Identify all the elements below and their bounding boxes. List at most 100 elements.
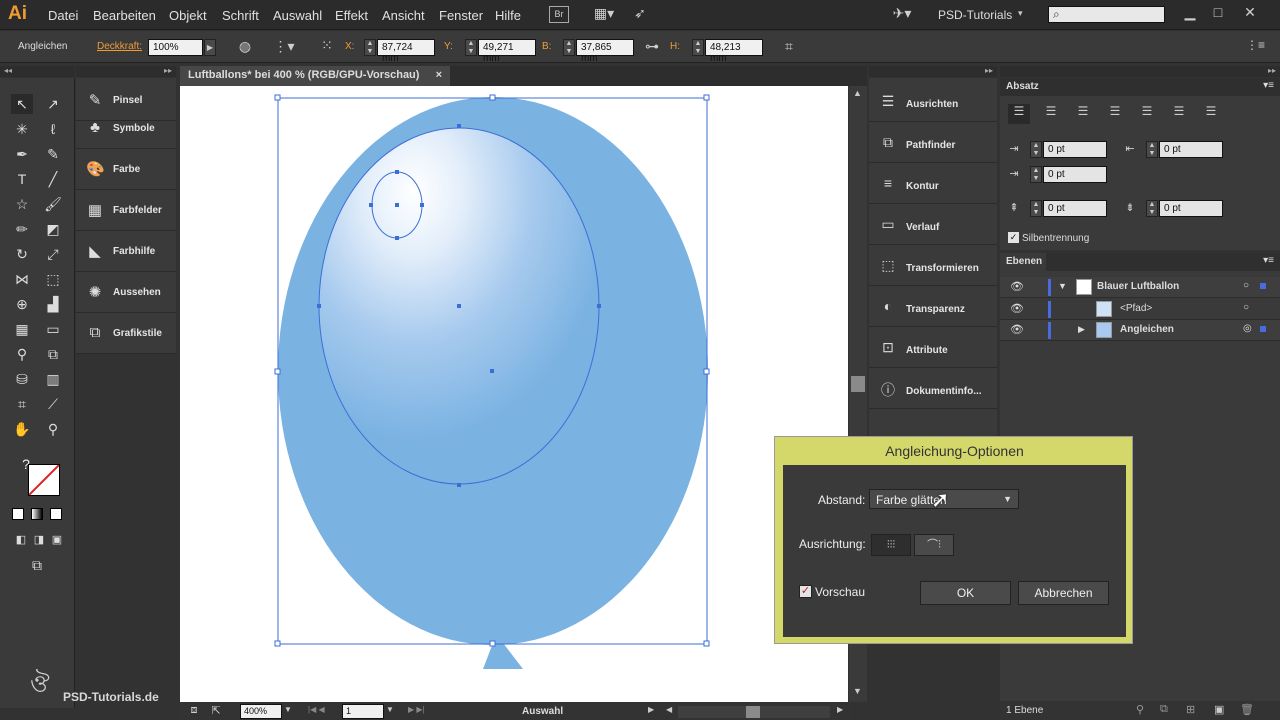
curvature-tool-icon[interactable]: ✎	[42, 144, 64, 164]
justify-all-icon[interactable]: ☰	[1200, 104, 1222, 118]
cancel-button[interactable]: Abbrechen	[1018, 581, 1109, 605]
panels-collapse-icon[interactable]: ▸▸	[76, 66, 176, 77]
preview-checkbox[interactable]: ✓	[799, 585, 812, 598]
zoom-dropdown-icon[interactable]: ▼	[284, 705, 292, 714]
hand-tool-icon[interactable]: ✋	[11, 419, 33, 439]
workspace-pin-icon[interactable]: ✈▾	[890, 5, 914, 22]
zoom-tool-icon[interactable]: ⚲	[42, 419, 64, 439]
panel-symbole[interactable]: ♣ Symbole	[76, 109, 176, 149]
right-panels-collapse-icon[interactable]: ▸▸	[1000, 66, 1280, 77]
x-stepper-icon[interactable]: ▲ ▼	[364, 39, 376, 56]
scroll-down-icon[interactable]: ▼	[853, 686, 862, 696]
star-tool-icon[interactable]: ☆	[11, 194, 33, 214]
gpu-preview-icon[interactable]: ⧈	[184, 704, 204, 717]
hscroll-left-icon[interactable]: ◀	[666, 705, 672, 714]
menu-datei[interactable]: Datei	[48, 8, 78, 23]
isolate-icon[interactable]: ⌗	[780, 38, 798, 55]
perspective-grid-tool-icon[interactable]: ▟	[42, 294, 64, 314]
target-circle-icon[interactable]: ○	[1243, 302, 1249, 313]
scroll-thumb[interactable]	[851, 376, 865, 392]
w-stepper-icon[interactable]: ▲ ▼	[563, 39, 575, 56]
horizontal-scrollbar[interactable]	[678, 706, 830, 718]
panel-ausrichten[interactable]: ☰ Ausrichten	[869, 81, 997, 122]
menu-schrift[interactable]: Schrift	[222, 8, 259, 23]
lasso-tool-icon[interactable]: ℓ	[42, 119, 64, 139]
expand-arrow-icon[interactable]: ▼	[1058, 281, 1067, 291]
layer-row[interactable]: 👁 ▼ Blauer Luftballon ○	[1000, 277, 1280, 298]
new-layer-icon[interactable]: ▣	[1214, 703, 1224, 716]
target-circle-icon[interactable]: ○	[1243, 280, 1249, 291]
scroll-up-icon[interactable]: ▲	[853, 88, 862, 98]
visibility-eye-icon[interactable]: 👁	[1010, 323, 1024, 336]
zoom-input[interactable]: 400%	[240, 704, 282, 719]
rotate-tool-icon[interactable]: ↻	[11, 244, 33, 264]
reference-point-icon[interactable]: ⋮▾	[272, 38, 296, 55]
balloon-artwork[interactable]	[180, 86, 848, 702]
x-input[interactable]: 87,724 mm	[377, 39, 435, 64]
artboard-tool-icon[interactable]: ⌗	[11, 394, 33, 414]
panel-dokumentinfo[interactable]: ⓘ Dokumentinfo...	[869, 368, 997, 409]
opacity-label[interactable]: Deckkraft:	[97, 41, 142, 52]
space-after-input[interactable]: 0 pt	[1159, 200, 1223, 217]
line-tool-icon[interactable]: ╱	[42, 169, 64, 189]
menu-ansicht[interactable]: Ansicht	[382, 8, 425, 23]
h-input[interactable]: 48,213 mm	[705, 39, 763, 64]
layer-row[interactable]: 👁 <Pfad> ○	[1000, 299, 1280, 320]
direct-selection-tool-icon[interactable]: ↗	[42, 94, 64, 114]
draw-inside-icon[interactable]: ▣	[46, 530, 68, 550]
last-page-icon[interactable]: ▶ ▶|	[408, 705, 425, 714]
hscroll-right-icon[interactable]: ▶	[837, 705, 843, 714]
panel-menu-icon[interactable]: ▾≡	[1263, 80, 1274, 91]
eyedropper-tool-icon[interactable]: ⚲	[11, 344, 33, 364]
align-right-icon[interactable]: ☰	[1072, 104, 1094, 118]
hscroll-thumb[interactable]	[746, 706, 760, 718]
panel-attribute[interactable]: ⊡ Attribute	[869, 327, 997, 368]
panel-verlauf[interactable]: ▭ Verlauf	[869, 204, 997, 245]
panel-kontur[interactable]: ≡ Kontur	[869, 163, 997, 204]
panel-transparenz[interactable]: ◐ Transparenz	[869, 286, 997, 327]
menu-objekt[interactable]: Objekt	[169, 8, 207, 23]
symbol-sprayer-tool-icon[interactable]: ⛁	[11, 369, 33, 389]
free-transform-tool-icon[interactable]: ⬚	[42, 269, 64, 289]
column-graph-tool-icon[interactable]: ▥	[42, 369, 64, 389]
menu-effekt[interactable]: Effekt	[335, 8, 368, 23]
first-line-stepper-icon[interactable]: ▲ ▼	[1030, 166, 1042, 183]
locate-object-icon[interactable]: ⚲	[1136, 703, 1144, 716]
selection-square-icon[interactable]	[1260, 326, 1266, 332]
eraser-tool-icon[interactable]: ◩	[42, 219, 64, 239]
recolor-globe-icon[interactable]: ◍	[236, 38, 254, 55]
panel-farbhilfe[interactable]: ◣ Farbhilfe	[76, 232, 176, 272]
color-mode-icon[interactable]	[12, 508, 24, 520]
gradient-tool-icon[interactable]: ▭	[42, 319, 64, 339]
pencil-tool-icon[interactable]: ✏	[11, 219, 33, 239]
layer-name[interactable]: <Pfad>	[1120, 303, 1152, 314]
menu-fenster[interactable]: Fenster	[439, 8, 483, 23]
y-input[interactable]: 49,271 mm	[478, 39, 536, 64]
shape-builder-tool-icon[interactable]: ⊕	[11, 294, 33, 314]
space-before-stepper-icon[interactable]: ▲ ▼	[1030, 200, 1042, 217]
align-to-page-icon[interactable]: ⫶⫶⫶	[871, 534, 911, 556]
arrange-documents-icon[interactable]: ▦▾	[590, 5, 618, 22]
selection-tool-icon[interactable]: ↖	[11, 94, 33, 114]
delete-layer-icon[interactable]: 🗑	[1240, 703, 1254, 716]
w-input[interactable]: 37,865 mm	[576, 39, 634, 64]
hyphenation-checkbox[interactable]: ✓	[1008, 232, 1019, 243]
selection-square-icon[interactable]	[1260, 283, 1266, 289]
menu-bearbeiten[interactable]: Bearbeiten	[93, 8, 156, 23]
menu-auswahl[interactable]: Auswahl	[273, 8, 322, 23]
expand-arrow-icon[interactable]: ▶	[1078, 324, 1085, 335]
slice-tool-icon[interactable]: ⟋	[42, 394, 64, 414]
align-center-icon[interactable]: ☰	[1040, 104, 1062, 118]
artboard-canvas[interactable]	[180, 86, 848, 702]
ok-button[interactable]: OK	[920, 581, 1011, 605]
paintbrush-tool-icon[interactable]: 🖌	[42, 194, 64, 214]
export-icon[interactable]: ⇱	[206, 704, 226, 717]
maximize-icon[interactable]: □	[1208, 4, 1228, 20]
panel-farbfelder[interactable]: ▦ Farbfelder	[76, 191, 176, 231]
blend-tool-icon[interactable]: ⧉	[42, 344, 64, 364]
layers-tab[interactable]: Ebenen	[1000, 253, 1046, 271]
visibility-eye-icon[interactable]: 👁	[1010, 280, 1024, 293]
width-tool-icon[interactable]: ⋈	[11, 269, 33, 289]
close-tab-icon[interactable]: ×	[436, 69, 442, 81]
justify-center-icon[interactable]: ☰	[1136, 104, 1158, 118]
